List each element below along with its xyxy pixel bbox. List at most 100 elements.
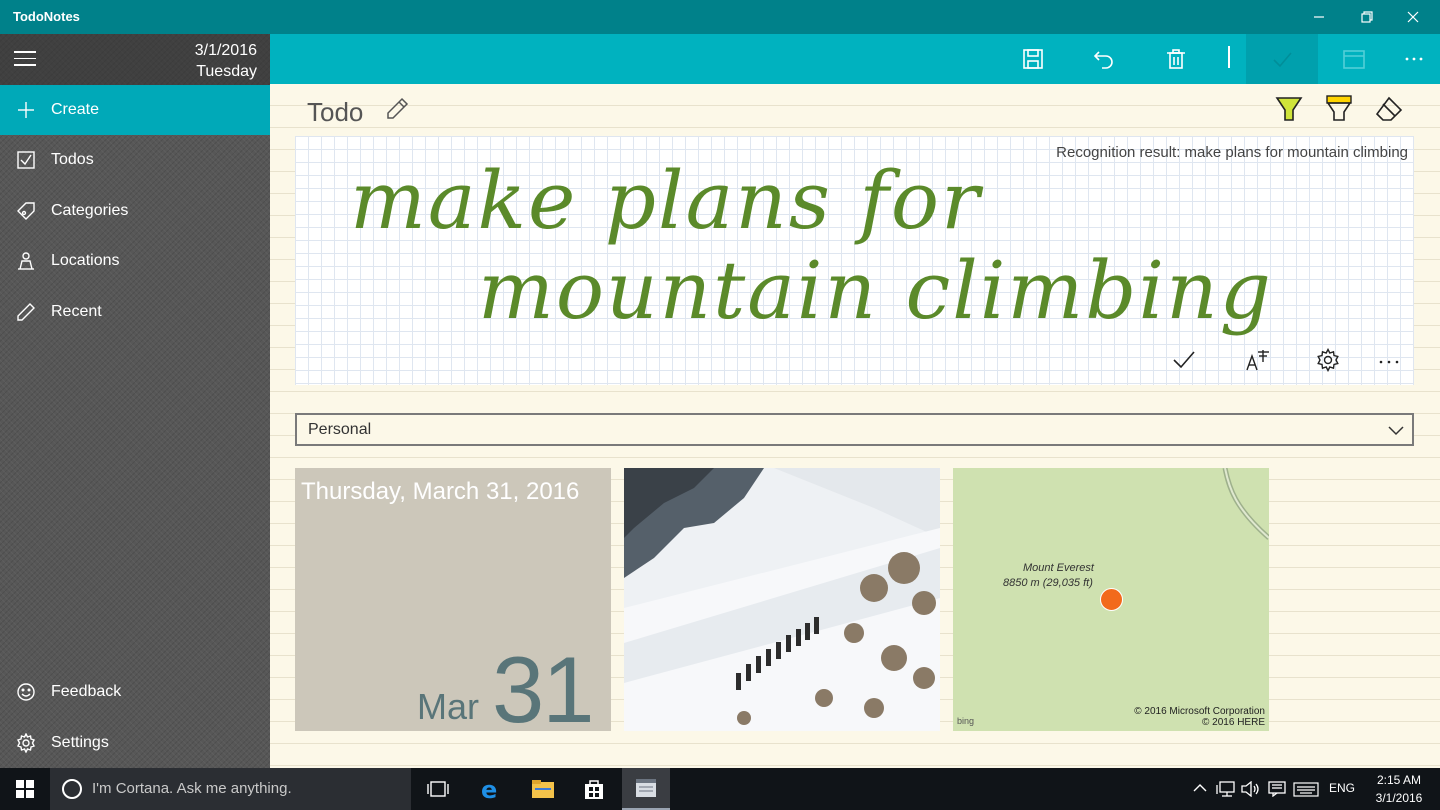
ink-line-1: make plans for — [350, 154, 982, 247]
sidebar-item-label: Locations — [51, 252, 120, 269]
highlighter-tool-button[interactable] — [1325, 94, 1355, 133]
category-value: Personal — [308, 421, 372, 438]
check-icon — [1252, 34, 1312, 84]
windows-logo-icon — [16, 780, 34, 798]
recognition-result: Recognition result: make plans for mount… — [1056, 144, 1408, 161]
note-title: Todo — [307, 97, 364, 127]
hamburger-menu-icon[interactable] — [14, 51, 38, 69]
attached-photo[interactable] — [624, 468, 940, 731]
sidebar-item-todos[interactable]: Todos — [0, 135, 270, 185]
store-button[interactable] — [570, 768, 618, 810]
svg-text:e: e — [481, 777, 497, 801]
map-copyright-here: © 2016 HERE — [1202, 717, 1265, 728]
pencil-icon — [387, 97, 409, 119]
ink-more-button[interactable] — [1377, 348, 1401, 377]
task-view-button[interactable] — [414, 768, 462, 810]
ink-canvas[interactable]: Recognition result: make plans for mount… — [295, 136, 1414, 385]
system-clock[interactable]: 2:15 AM 3/1/2016 — [1370, 771, 1428, 807]
pen-tool-button[interactable] — [1275, 94, 1309, 133]
network-button[interactable] — [1216, 781, 1236, 802]
accept-ink-button[interactable] — [1172, 348, 1196, 377]
gear-icon — [1, 733, 51, 753]
category-select[interactable]: Personal — [295, 413, 1414, 446]
edge-icon: e — [481, 777, 497, 801]
notification-icon — [1268, 781, 1286, 798]
chevron-down-icon — [1388, 426, 1404, 436]
sidebar-item-feedback[interactable]: Feedback — [0, 667, 270, 717]
map-copyright: © 2016 Microsoft Corporation — [1134, 706, 1265, 717]
start-button[interactable] — [0, 768, 50, 810]
command-bar — [270, 34, 1440, 84]
calendar-button[interactable] — [1324, 34, 1384, 84]
taskbar: I'm Cortana. Ask me anything. e ENG 2:15… — [0, 768, 1440, 810]
handwriting-recognition-button[interactable] — [1245, 348, 1271, 377]
location-map[interactable]: Mount Everest 8850 m (29,035 ft) bing © … — [953, 468, 1269, 731]
action-center-button[interactable] — [1268, 781, 1286, 802]
due-date-day: 31 — [492, 637, 595, 731]
calendar-icon — [1343, 50, 1365, 69]
more-icon — [1379, 360, 1399, 364]
location-pin — [1100, 588, 1123, 611]
check-icon — [1173, 351, 1195, 369]
person-location-icon — [1, 251, 51, 271]
due-date-month: Mar — [417, 686, 479, 727]
sidebar-header: 3/1/2016 Tuesday — [0, 34, 270, 85]
network-icon — [1216, 781, 1235, 797]
undo-button[interactable] — [1074, 34, 1134, 84]
save-icon — [1023, 49, 1043, 69]
highlighter-icon — [1326, 95, 1352, 121]
todonotes-taskbar-button[interactable] — [622, 768, 670, 810]
eraser-tool-button[interactable] — [1375, 94, 1405, 133]
sidebar-item-recent[interactable]: Recent — [0, 287, 270, 337]
sidebar-item-label: Todos — [51, 151, 94, 168]
ballpoint-pen-icon — [1275, 97, 1309, 128]
sidebar-item-label: Create — [51, 101, 100, 118]
eraser-icon — [1375, 96, 1403, 121]
folder-icon — [532, 780, 554, 798]
touch-keyboard-button[interactable] — [1293, 781, 1319, 802]
edge-browser-button[interactable]: e — [467, 768, 515, 810]
sidebar: 3/1/2016 Tuesday Create Todos Categories… — [0, 34, 270, 768]
speaker-icon — [1241, 780, 1259, 798]
checkbox-icon — [1, 150, 51, 170]
smiley-icon — [1, 682, 51, 702]
ink-settings-button[interactable] — [1316, 347, 1340, 377]
edit-title-button[interactable] — [385, 97, 409, 126]
due-date-long: Thursday, March 31, 2016 — [301, 478, 580, 505]
sidebar-item-settings[interactable]: Settings — [0, 718, 270, 768]
map-place-label: Mount Everest — [1023, 562, 1094, 574]
save-button[interactable] — [1003, 34, 1063, 84]
due-date-tile[interactable]: Thursday, March 31, 2016 Mar 31 — [295, 468, 611, 731]
command-separator — [1228, 46, 1230, 68]
input-language[interactable]: ENG — [1329, 781, 1355, 795]
restore-button[interactable] — [1344, 0, 1390, 34]
tag-icon — [1, 201, 51, 221]
clock-time: 2:15 AM — [1376, 773, 1422, 787]
mountain-climbers-photo — [624, 468, 940, 731]
cortana-search-box[interactable]: I'm Cortana. Ask me anything. — [50, 768, 411, 810]
sidebar-item-locations[interactable]: Locations — [0, 236, 270, 286]
task-view-icon — [427, 781, 449, 797]
show-hidden-icons-button[interactable] — [1193, 781, 1207, 800]
volume-button[interactable] — [1241, 780, 1261, 802]
close-button[interactable] — [1390, 0, 1436, 34]
keyboard-icon — [1293, 782, 1319, 797]
delete-button[interactable] — [1146, 34, 1206, 84]
more-button[interactable] — [1384, 34, 1440, 84]
window-title: TodoNotes — [13, 9, 80, 24]
complete-button[interactable] — [1246, 34, 1318, 84]
more-icon — [1405, 57, 1423, 61]
chevron-up-icon — [1193, 784, 1207, 792]
sidebar-item-label: Recent — [51, 303, 102, 320]
bing-logo: bing — [957, 716, 975, 726]
file-explorer-button[interactable] — [519, 768, 567, 810]
gear-icon — [1317, 347, 1339, 373]
sidebar-item-label: Feedback — [51, 683, 122, 700]
current-date: 3/1/2016 — [194, 42, 257, 59]
sidebar-item-categories[interactable]: Categories — [0, 186, 270, 236]
sidebar-date: 3/1/2016 Tuesday — [195, 40, 257, 82]
minimize-button[interactable] — [1296, 0, 1342, 34]
pencil-icon — [1, 302, 51, 322]
sidebar-item-create[interactable]: Create — [0, 85, 270, 135]
title-bar: TodoNotes — [0, 0, 1440, 34]
